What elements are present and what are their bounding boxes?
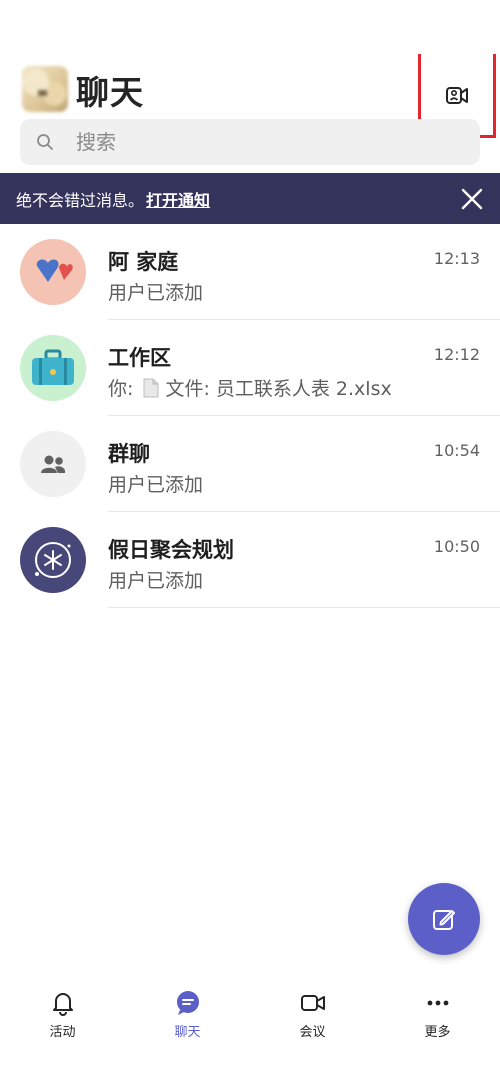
nav-more[interactable]: 更多 — [375, 975, 500, 1083]
nav-label: 更多 — [424, 1025, 451, 1040]
bell-icon — [52, 993, 73, 1016]
chat-item-holiday[interactable]: 假日聚会规划 10:50 用户已添加 — [0, 512, 500, 608]
chat-item-workspace[interactable]: 工作区 12:12 你: 文件: 员工联系人表 2.xlsx — [0, 320, 500, 416]
avatar — [20, 239, 86, 305]
chat-list: 阿 家庭 12:13 用户已添加 工作区 12:12 你: 文件: 员工联系人表… — [0, 224, 500, 608]
compose-icon — [433, 910, 455, 930]
preview-sender: 你: — [108, 378, 134, 400]
nav-label: 会议 — [299, 1025, 326, 1040]
divider — [108, 607, 500, 608]
nav-meetings[interactable]: 会议 — [250, 975, 375, 1083]
chat-name: 群聊 — [108, 442, 150, 466]
chat-icon — [176, 991, 199, 1015]
notification-banner: 绝不会错过消息。 打开通知 — [0, 173, 500, 224]
people-icon — [41, 455, 66, 473]
chat-name: 工作区 — [108, 346, 171, 370]
nav-label: 活动 — [49, 1025, 76, 1040]
header: 聊天 — [0, 0, 500, 172]
nav-activity[interactable]: 活动 — [0, 975, 125, 1083]
chat-time: 12:13 — [433, 249, 480, 268]
page-title: 聊天 — [76, 73, 144, 112]
hearts-icon — [36, 259, 73, 282]
search-input[interactable] — [76, 130, 456, 154]
chat-time: 10:54 — [433, 441, 480, 460]
nav-label: 聊天 — [174, 1025, 201, 1040]
snowflake-icon — [35, 542, 71, 578]
chat-preview: 用户已添加 — [108, 474, 204, 496]
preview-file: 文件: 员工联系人表 2.xlsx — [165, 378, 392, 400]
meet-now-icon — [446, 86, 468, 104]
bottom-nav: 活动 聊天 会议 更多 — [0, 975, 500, 1083]
chat-name: 阿 家庭 — [108, 250, 179, 274]
video-icon — [300, 995, 325, 1011]
chat-name: 假日聚会规划 — [108, 538, 234, 562]
chat-time: 10:50 — [433, 537, 480, 556]
chat-preview: 你: 文件: 员工联系人表 2.xlsx — [108, 374, 392, 401]
chat-time: 12:12 — [433, 345, 480, 364]
avatar — [20, 335, 86, 401]
more-icon — [427, 1000, 448, 1006]
search-bar[interactable] — [20, 119, 480, 165]
enable-notifications-link[interactable]: 打开通知 — [146, 187, 210, 211]
file-icon — [143, 378, 159, 398]
banner-text: 绝不会错过消息。 — [16, 190, 145, 210]
new-chat-button[interactable] — [408, 883, 480, 955]
profile-avatar[interactable] — [22, 66, 68, 112]
avatar — [20, 527, 86, 593]
chat-preview: 用户已添加 — [108, 282, 204, 304]
avatar — [20, 431, 86, 497]
search-icon — [37, 134, 53, 150]
chat-item-family[interactable]: 阿 家庭 12:13 用户已添加 — [0, 224, 500, 320]
chat-preview: 用户已添加 — [108, 570, 204, 592]
briefcase-icon — [32, 349, 74, 385]
chat-item-group[interactable]: 群聊 10:54 用户已添加 — [0, 416, 500, 512]
nav-chat[interactable]: 聊天 — [125, 975, 250, 1083]
close-icon[interactable] — [458, 185, 486, 213]
